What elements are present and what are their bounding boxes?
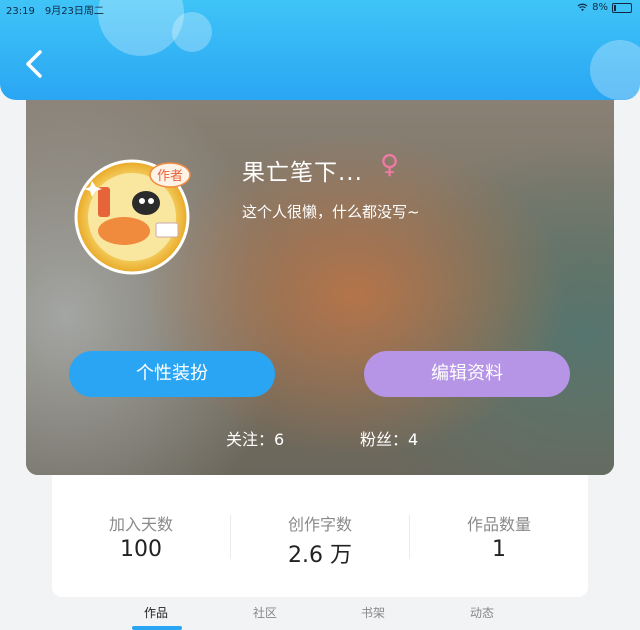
user-name: 果亡笔下... bbox=[242, 160, 363, 186]
decor-bubble bbox=[98, 0, 184, 56]
stat-label: 作品数量 bbox=[466, 515, 531, 534]
stat-word-count: 创作字数 2.6 万 bbox=[231, 511, 409, 569]
stat-label: 创作字数 bbox=[287, 515, 352, 534]
avatar[interactable]: 作者 bbox=[70, 153, 194, 277]
tab-works[interactable]: 作品 bbox=[144, 604, 168, 621]
status-time: 23:19 bbox=[6, 6, 35, 17]
status-bar: 23:19 9月23日周二 bbox=[6, 2, 104, 17]
status-indicators: 8% bbox=[577, 2, 632, 13]
tab-bookshelf[interactable]: 书架 bbox=[361, 604, 385, 621]
edit-profile-button[interactable]: 编辑资料 bbox=[364, 351, 570, 397]
battery-icon bbox=[612, 2, 632, 13]
status-date: 9月23日周二 bbox=[44, 6, 104, 17]
tab-activity[interactable]: 动态 bbox=[470, 604, 494, 621]
followers-count[interactable]: 粉丝：4 bbox=[360, 426, 418, 450]
stat-join-days: 加入天数 100 bbox=[52, 511, 230, 562]
user-bio: 这个人很懒，什么都没写~ bbox=[242, 203, 420, 221]
active-tab-indicator bbox=[132, 626, 182, 630]
avatar-badge-text: 作者 bbox=[157, 169, 183, 184]
stat-works-count: 作品数量 1 bbox=[410, 511, 588, 562]
back-icon[interactable] bbox=[22, 46, 52, 82]
profile-card: 作者 果亡笔下... ♀ 这个人很懒，什么都没写~ 个性装扮 编辑资料 关注：6… bbox=[26, 95, 614, 475]
decor-bubble bbox=[590, 40, 640, 100]
tab-community[interactable]: 社区 bbox=[253, 604, 277, 621]
dress-up-button[interactable]: 个性装扮 bbox=[69, 351, 275, 397]
gender-female-icon: ♀ bbox=[380, 150, 400, 180]
stat-value: 2.6 万 bbox=[288, 543, 352, 568]
stat-value: 1 bbox=[492, 537, 506, 562]
decor-bubble bbox=[172, 12, 212, 52]
header-bar: 23:19 9月23日周二 8% bbox=[0, 0, 640, 100]
stat-value: 100 bbox=[120, 537, 162, 562]
profile-background bbox=[26, 95, 614, 475]
profile-tabs: 作品 社区 书架 动态 bbox=[0, 600, 640, 630]
battery-percent: 8% bbox=[592, 2, 608, 13]
wifi-icon bbox=[577, 3, 588, 12]
stats-card: 加入天数 100 创作字数 2.6 万 作品数量 1 bbox=[52, 475, 588, 597]
stat-label: 加入天数 bbox=[108, 515, 173, 534]
following-count[interactable]: 关注：6 bbox=[226, 426, 284, 450]
